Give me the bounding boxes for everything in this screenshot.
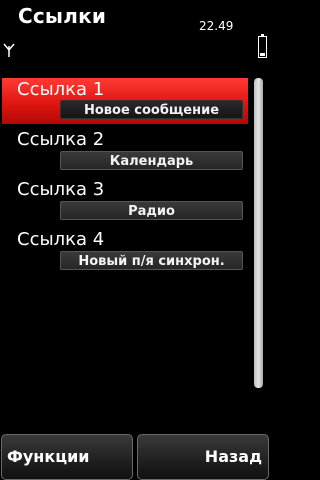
page-title: Ссылки <box>18 4 107 28</box>
list-item-label: Ссылка 3 <box>17 179 105 200</box>
scrollbar[interactable] <box>254 78 263 388</box>
signal-antenna-icon <box>3 43 15 57</box>
list-item-label: Ссылка 2 <box>17 129 105 150</box>
clock: 22.49 <box>199 19 234 33</box>
list-item-link-2[interactable]: Ссылка 2 Календарь <box>0 128 248 178</box>
scroll-thumb[interactable] <box>254 78 263 388</box>
list-item-link-3[interactable]: Ссылка 3 Радио <box>0 178 248 228</box>
list-item-value-button[interactable]: Радио <box>60 201 243 220</box>
back-softkey-button[interactable]: Назад <box>137 434 269 480</box>
list-item-label: Ссылка 4 <box>17 229 105 250</box>
list-item-value-button[interactable]: Новый п/я синхрон. <box>60 251 243 270</box>
status-bar: Ссылки 22.49 <box>0 0 270 62</box>
softkey-bar: Функции Назад <box>0 434 270 480</box>
list-item-link-1[interactable]: Ссылка 1 Новое сообщение <box>2 78 248 124</box>
list-item-value-button[interactable]: Календарь <box>60 151 243 170</box>
battery-icon <box>258 34 267 58</box>
list-item-label: Ссылка 1 <box>17 79 105 100</box>
list-item-value-button[interactable]: Новое сообщение <box>60 100 243 119</box>
links-list: Ссылка 1 Новое сообщение Ссылка 2 Календ… <box>0 78 248 278</box>
list-item-link-4[interactable]: Ссылка 4 Новый п/я синхрон. <box>0 228 248 278</box>
options-softkey-button[interactable]: Функции <box>1 434 133 480</box>
